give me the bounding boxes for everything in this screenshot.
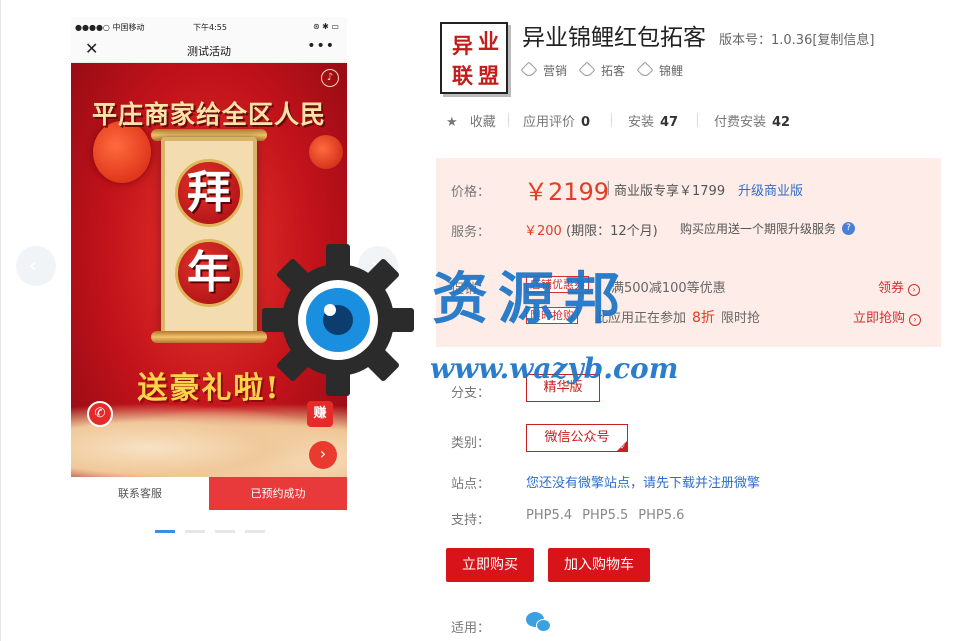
contact-service-button[interactable]: 联系客服 (71, 477, 209, 510)
divider (697, 113, 698, 127)
star-icon: ★ (446, 115, 458, 130)
rating-stat[interactable]: 应用评价 0 (523, 111, 590, 130)
phone-nav-title: 测试活动 (187, 45, 231, 58)
status-time: 下午4:55 (193, 23, 227, 32)
chevron-right-icon: › (908, 284, 921, 296)
tag-icon (520, 61, 538, 79)
booked-button[interactable]: 已预约成功 (209, 477, 347, 510)
carousel-dot[interactable] (185, 530, 205, 533)
support-label: 支持： (451, 513, 491, 528)
tag-icon (636, 61, 654, 79)
logo-char: 业 (478, 29, 499, 54)
price-value: ￥2199 (524, 178, 610, 206)
tag-item[interactable]: 营销 (520, 61, 567, 79)
business-price: 商业版专享￥1799 (614, 184, 726, 199)
lantern-decoration (309, 135, 343, 169)
app-title: 异业锦鲤红包拓客 (522, 25, 706, 51)
carousel-dot[interactable] (215, 530, 235, 533)
next-arrow-icon[interactable]: › (309, 441, 337, 469)
category-option[interactable]: 微信公众号 ✓ (526, 424, 628, 452)
earn-badge[interactable]: 赚 (307, 401, 333, 427)
scroll-rod (151, 331, 267, 343)
logo-char: 盟 (478, 63, 499, 88)
music-icon[interactable]: ♪ (321, 69, 339, 87)
service-note: 购买应用送一个期限升级服务 (680, 222, 837, 236)
more-icon[interactable]: ••• (307, 38, 335, 54)
service-label: 服务： (451, 225, 491, 240)
upgrade-link[interactable]: 升级商业版 (738, 180, 803, 199)
phone-call-icon[interactable]: ✆ (87, 401, 113, 427)
version-info[interactable]: 版本号：1.0.36[复制信息] (719, 29, 875, 48)
service-price: ￥200 (524, 224, 562, 239)
flash-buy-link[interactable]: 立即抢购 › (853, 307, 922, 326)
site-register-link[interactable]: 您还没有微擎站点，请先下载并注册微擎 (526, 472, 760, 491)
chevron-left-icon: ‹ (29, 253, 37, 277)
install-stat: 安装 47 (628, 115, 679, 130)
left-border (0, 0, 1, 641)
site-label: 站点： (451, 477, 491, 492)
carousel-dot[interactable] (245, 530, 265, 533)
support-item: PHP5.4 (526, 508, 573, 523)
app-logo: 异 业 联 盟 (440, 22, 508, 94)
divider (508, 113, 509, 127)
chevron-right-icon: › (909, 314, 922, 326)
support-item: PHP5.6 (638, 508, 685, 523)
favorite-button[interactable]: ★ 收藏 (446, 111, 496, 130)
logo-char: 异 (452, 33, 473, 58)
battery-icon: ⊛ ✱ ▭ (312, 22, 339, 31)
watermark-url: www.wazyb.com (430, 352, 679, 385)
flash-discount: 8折 (692, 310, 715, 326)
medal-char: 拜 (175, 159, 243, 227)
support-list: PHP5.4 PHP5.5 PHP5.6 (526, 508, 694, 523)
tag-item[interactable]: 拓客 (578, 61, 625, 79)
divider (611, 113, 612, 127)
category-label: 类别： (451, 436, 491, 451)
phone-nav-bar: ✕ 测试活动 ••• (71, 37, 347, 63)
poster-headline: 平庄商家给全区人民 (91, 100, 326, 129)
wechat-icon (526, 612, 552, 634)
help-icon[interactable]: ? (842, 222, 855, 235)
tag-icon (578, 61, 596, 79)
logo-char: 联 (452, 63, 473, 88)
medal-char: 年 (175, 239, 243, 307)
carousel-prev-button[interactable]: ‹ (16, 246, 56, 286)
tag-item[interactable]: 锦鲤 (636, 61, 683, 79)
status-carrier: ●●●●○ 中国移动 (75, 23, 145, 32)
phone-status-bar: ●●●●○ 中国移动 下午4:55 ⊛ ✱ ▭ (71, 17, 347, 37)
get-coupon-link[interactable]: 领券 › (878, 277, 921, 296)
support-item: PHP5.5 (582, 508, 629, 523)
buy-now-button[interactable]: 立即购买 (446, 548, 534, 582)
applies-label: 适用： (451, 621, 491, 636)
price-separator: | (606, 180, 611, 196)
add-to-cart-button[interactable]: 加入购物车 (548, 548, 650, 582)
price-label: 价格： (451, 185, 491, 200)
phone-footer: 联系客服 已预约成功 (71, 477, 347, 510)
watermark-title: 资源邦 (432, 266, 630, 332)
carousel-dot[interactable] (155, 530, 175, 533)
paid-install-stat: 付费安装 42 (714, 115, 791, 130)
check-icon: ✓ (620, 443, 626, 451)
service-term: (期限：12个月) (566, 224, 658, 239)
watermark-gear-icon (262, 244, 414, 396)
